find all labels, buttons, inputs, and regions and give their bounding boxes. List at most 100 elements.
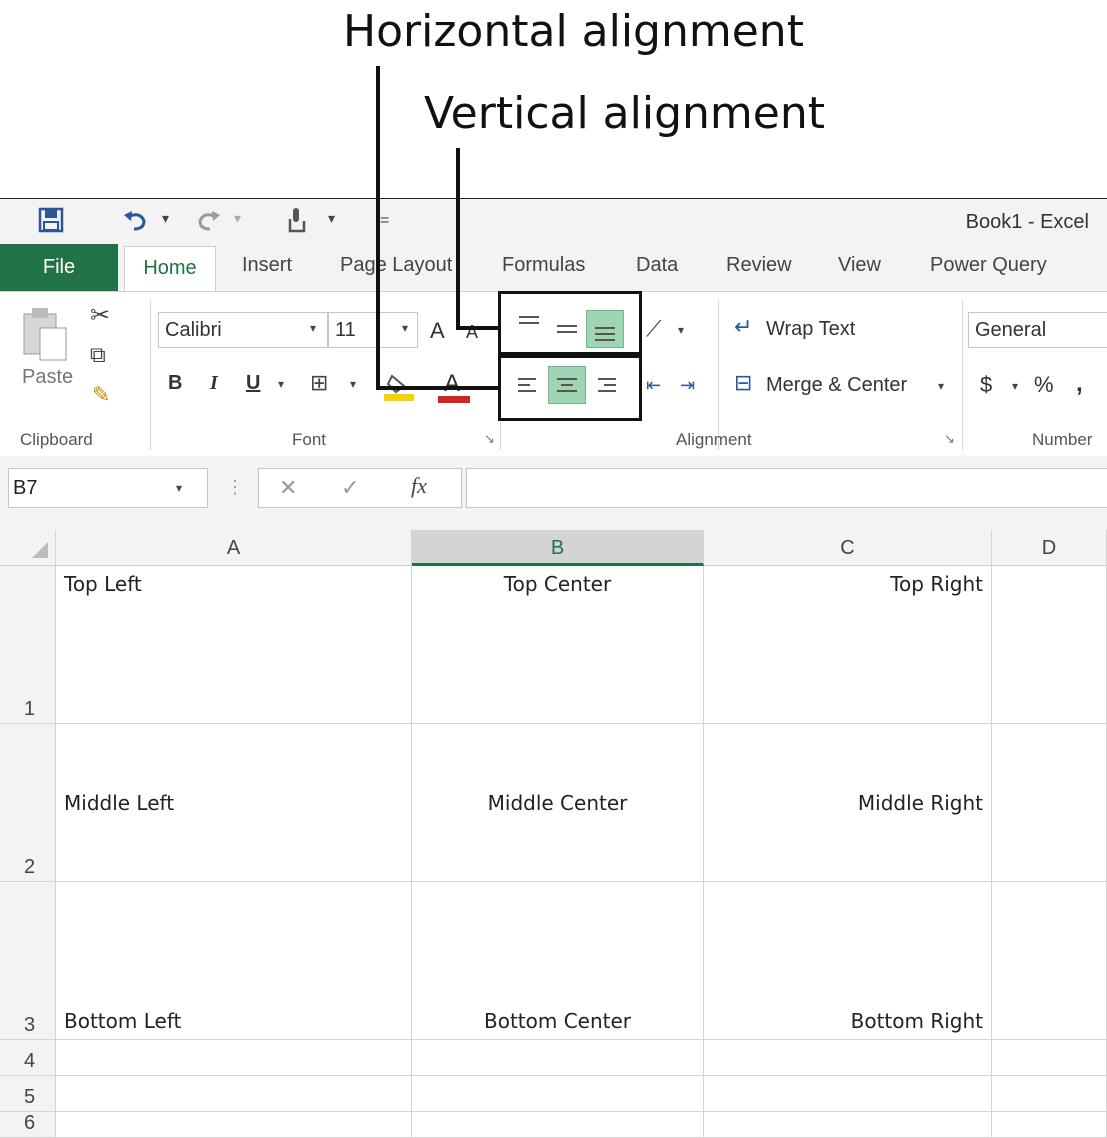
grow-font-button[interactable]: A bbox=[430, 318, 445, 344]
tab-insert[interactable]: Insert bbox=[242, 254, 292, 277]
cell-d5[interactable] bbox=[992, 1076, 1107, 1112]
cell-c2[interactable]: Middle Right bbox=[704, 724, 992, 882]
cell-d1[interactable] bbox=[992, 566, 1107, 724]
undo-dropdown-icon[interactable]: ▾ bbox=[162, 211, 169, 225]
enter-icon[interactable]: ✓ bbox=[341, 477, 359, 499]
tab-data[interactable]: Data bbox=[636, 254, 678, 277]
copy-icon[interactable]: ⧉ bbox=[90, 344, 106, 366]
vertical-callout-leader-line bbox=[456, 326, 500, 330]
formula-input[interactable] bbox=[466, 468, 1107, 508]
column-header-a[interactable]: A bbox=[56, 530, 412, 566]
row-header-4[interactable]: 4 bbox=[0, 1040, 56, 1076]
column-header-b[interactable]: B bbox=[412, 530, 704, 566]
column-header-d[interactable]: D bbox=[992, 530, 1107, 566]
currency-dropdown-icon[interactable]: ▾ bbox=[1012, 380, 1018, 392]
format-painter-icon[interactable]: ✎ bbox=[92, 384, 110, 406]
paste-label[interactable]: Paste bbox=[22, 366, 73, 389]
font-name-dropdown-icon[interactable]: ▾ bbox=[310, 322, 316, 334]
font-size-dropdown-icon[interactable]: ▾ bbox=[402, 322, 408, 334]
underline-button[interactable]: U bbox=[246, 372, 260, 395]
cell-c6[interactable] bbox=[704, 1112, 992, 1138]
orientation-icon[interactable]: ⟋ bbox=[646, 318, 661, 340]
cell-a5[interactable] bbox=[56, 1076, 412, 1112]
paste-icon[interactable] bbox=[20, 306, 70, 366]
row-header-5[interactable]: 5 bbox=[0, 1076, 56, 1112]
wrap-text-icon[interactable]: ↵ bbox=[734, 316, 752, 338]
bold-button[interactable]: B bbox=[168, 372, 182, 395]
comma-button[interactable]: , bbox=[1076, 370, 1083, 398]
row-header-2[interactable]: 2 bbox=[0, 724, 56, 882]
alignment-group-label: Alignment bbox=[676, 430, 752, 449]
cell-text: Top Left bbox=[64, 572, 142, 596]
row-header-6[interactable]: 6 bbox=[0, 1112, 56, 1138]
tab-home[interactable]: Home bbox=[124, 246, 216, 292]
cell-text: Bottom Right bbox=[850, 1009, 983, 1033]
cell-b4[interactable] bbox=[412, 1040, 704, 1076]
underline-dropdown-icon[interactable]: ▾ bbox=[278, 378, 284, 390]
cell-d6[interactable] bbox=[992, 1112, 1107, 1138]
name-box-dropdown-icon[interactable]: ▾ bbox=[176, 482, 182, 494]
row-header-1[interactable]: 1 bbox=[0, 566, 56, 724]
vertical-callout-leader-line bbox=[456, 148, 460, 330]
customize-icon[interactable]: = bbox=[380, 213, 389, 229]
tab-formulas[interactable]: Formulas bbox=[502, 254, 585, 277]
tab-file[interactable]: File bbox=[0, 244, 118, 292]
touch-dropdown-icon[interactable]: ▾ bbox=[328, 211, 335, 225]
formula-bar-handle-icon[interactable]: ⋮ bbox=[226, 478, 244, 496]
orientation-dropdown-icon[interactable]: ▾ bbox=[678, 324, 684, 336]
redo-dropdown-icon[interactable]: ▾ bbox=[234, 211, 241, 225]
cell-a2[interactable]: Middle Left bbox=[56, 724, 412, 882]
cell-b3[interactable]: Bottom Center bbox=[412, 882, 704, 1040]
cell-a6[interactable] bbox=[56, 1112, 412, 1138]
redo-icon[interactable] bbox=[194, 205, 224, 235]
undo-icon[interactable] bbox=[120, 205, 150, 235]
touch-mode-icon[interactable] bbox=[282, 205, 312, 235]
currency-button[interactable]: $ bbox=[980, 372, 992, 398]
cell-c4[interactable] bbox=[704, 1040, 992, 1076]
cell-c5[interactable] bbox=[704, 1076, 992, 1112]
tab-review[interactable]: Review bbox=[726, 254, 792, 277]
borders-dropdown-icon[interactable]: ▾ bbox=[350, 378, 356, 390]
cell-d3[interactable] bbox=[992, 882, 1107, 1040]
decrease-indent-icon[interactable]: ⇤ bbox=[646, 376, 661, 394]
alignment-dialog-launcher-icon[interactable]: ↘ bbox=[944, 432, 955, 445]
borders-icon[interactable]: ⊞ bbox=[310, 372, 328, 394]
horizontal-alignment-callout: Horizontal alignment bbox=[343, 6, 804, 57]
cell-b6[interactable] bbox=[412, 1112, 704, 1138]
wrap-text-button[interactable]: Wrap Text bbox=[766, 318, 855, 341]
horizontal-callout-leader-line bbox=[376, 386, 500, 390]
cell-c3[interactable]: Bottom Right bbox=[704, 882, 992, 1040]
font-group-label: Font bbox=[292, 430, 327, 449]
cell-c1[interactable]: Top Right bbox=[704, 566, 992, 724]
column-header-c[interactable]: C bbox=[704, 530, 992, 566]
merge-center-button[interactable]: Merge & Center bbox=[766, 374, 907, 397]
cell-b5[interactable] bbox=[412, 1076, 704, 1112]
cell-a4[interactable] bbox=[56, 1040, 412, 1076]
vertical-alignment-highlight-box bbox=[498, 291, 642, 355]
cell-b2[interactable]: Middle Center bbox=[412, 724, 704, 882]
select-all-corner[interactable] bbox=[0, 530, 56, 566]
increase-indent-icon[interactable]: ⇥ bbox=[680, 376, 695, 394]
italic-button[interactable]: I bbox=[210, 372, 218, 395]
cell-d4[interactable] bbox=[992, 1040, 1107, 1076]
save-icon[interactable] bbox=[38, 207, 64, 233]
cut-icon[interactable]: ✂ bbox=[90, 304, 110, 328]
cell-d2[interactable] bbox=[992, 724, 1107, 882]
merge-center-icon[interactable]: ⊟ bbox=[734, 372, 752, 394]
font-name-select[interactable]: Calibri bbox=[158, 312, 328, 348]
tab-page-layout[interactable]: Page Layout bbox=[340, 254, 452, 277]
insert-function-icon[interactable]: fx bbox=[411, 475, 427, 497]
cell-b1[interactable]: Top Center bbox=[412, 566, 704, 724]
tab-power-query[interactable]: Power Query bbox=[930, 254, 1047, 277]
tab-view[interactable]: View bbox=[838, 254, 881, 277]
merge-dropdown-icon[interactable]: ▾ bbox=[938, 380, 944, 392]
cell-a1[interactable]: Top Left bbox=[56, 566, 412, 724]
cancel-icon[interactable]: ✕ bbox=[279, 477, 297, 499]
row-header-3[interactable]: 3 bbox=[0, 882, 56, 1040]
horizontal-callout-leader-line bbox=[376, 66, 380, 390]
font-dialog-launcher-icon[interactable]: ↘ bbox=[484, 432, 495, 445]
number-format-select[interactable]: General bbox=[968, 312, 1107, 348]
cell-a3[interactable]: Bottom Left bbox=[56, 882, 412, 1040]
divider bbox=[150, 300, 151, 450]
percent-button[interactable]: % bbox=[1034, 372, 1054, 398]
